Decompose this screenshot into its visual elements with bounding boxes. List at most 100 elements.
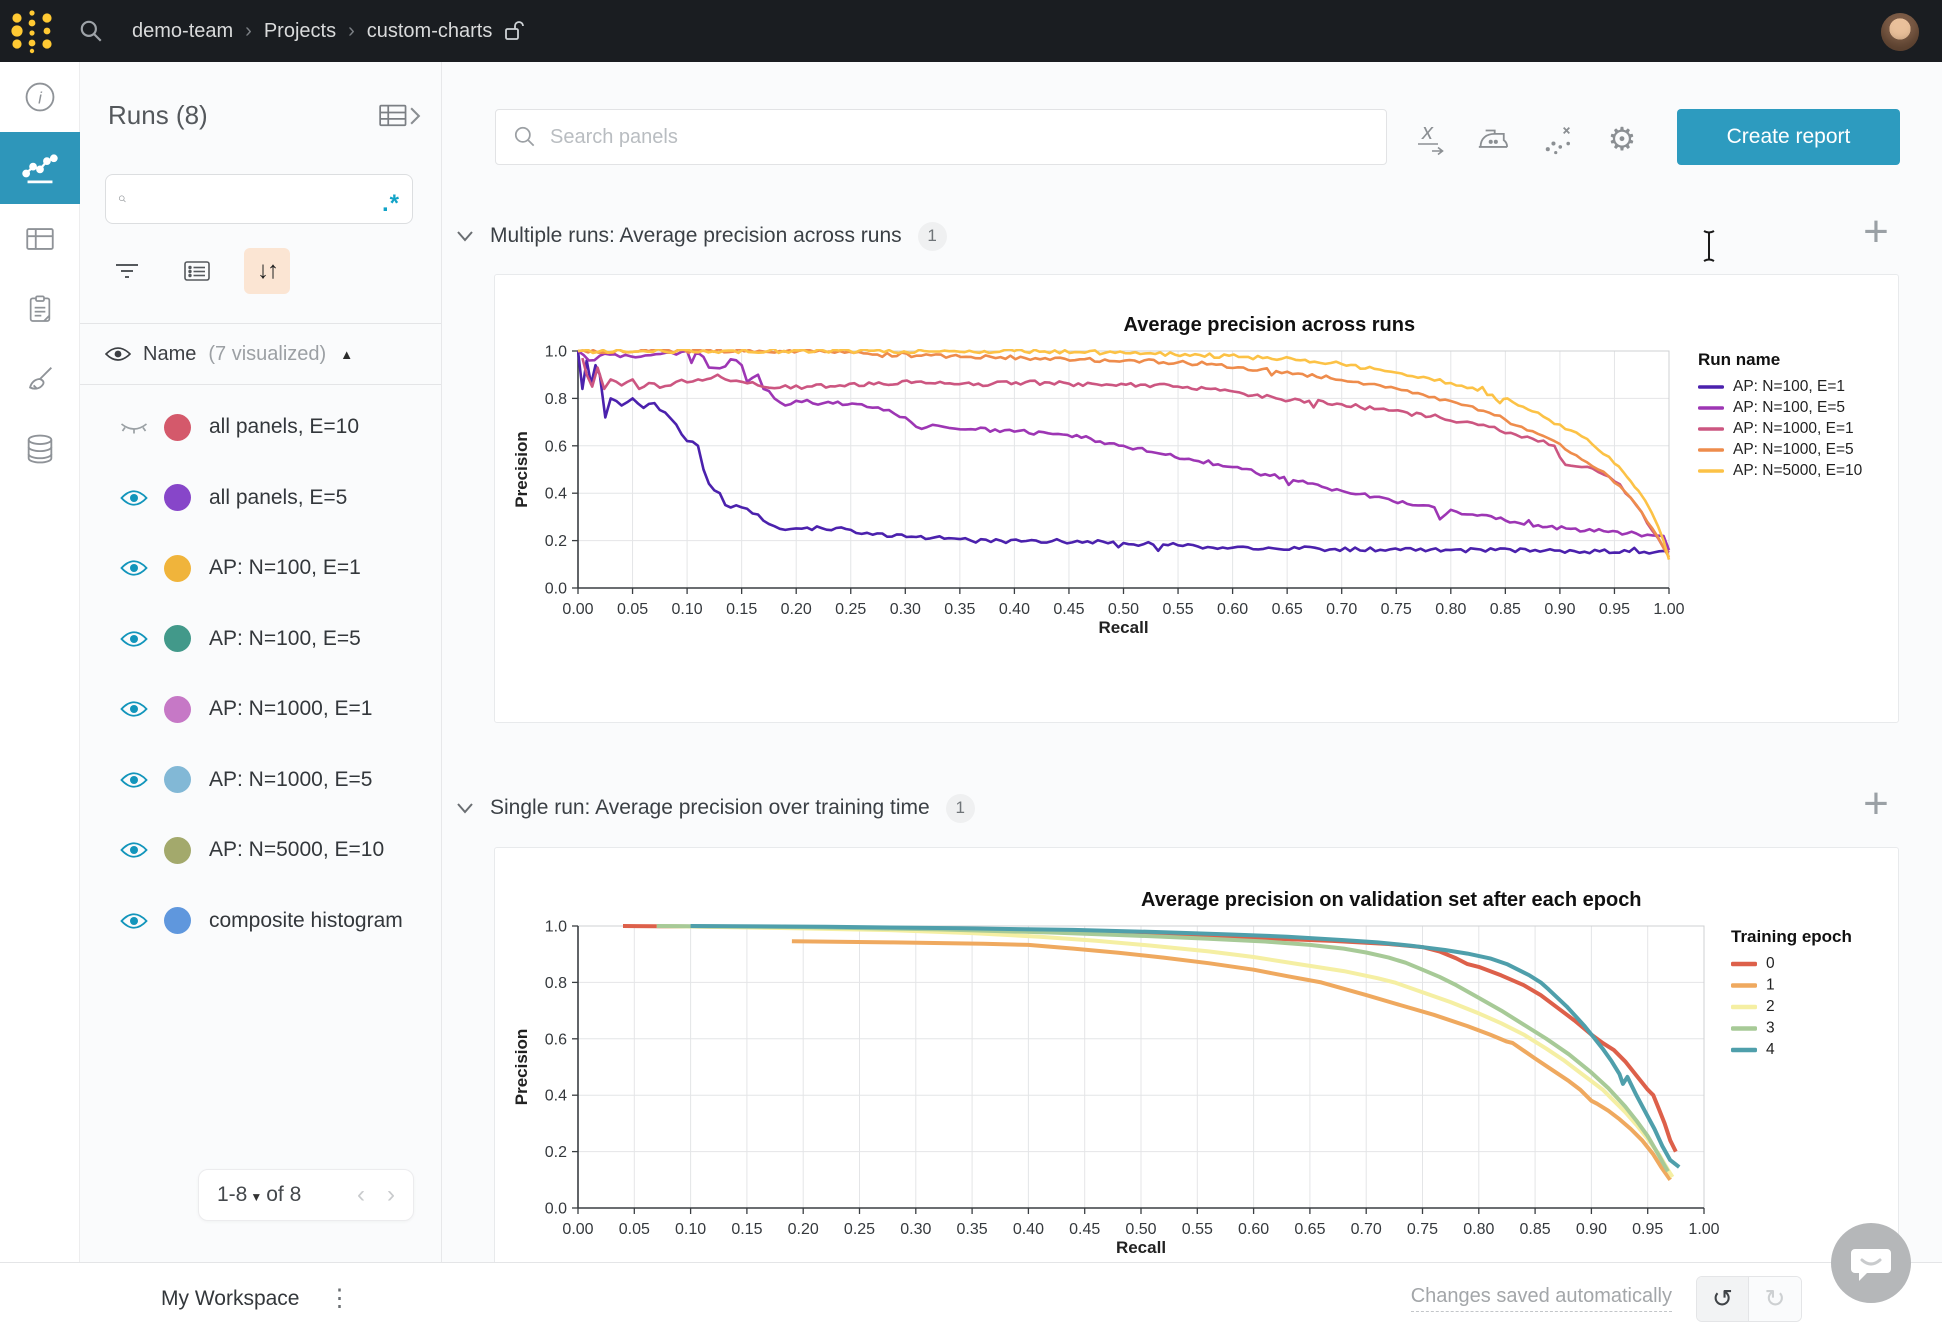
breadcrumb-item-Projects[interactable]: Projects (264, 20, 336, 43)
svg-text:x: x (1421, 121, 1434, 144)
svg-text:0.50: 0.50 (1125, 1221, 1156, 1238)
svg-text:0.35: 0.35 (944, 601, 975, 618)
prev-page-button[interactable]: ‹ (357, 1181, 365, 1209)
run-color-dot (164, 837, 191, 864)
run-visibility-toggle[interactable] (118, 771, 150, 789)
runs-search-input[interactable] (137, 188, 382, 210)
section-title[interactable]: Multiple runs: Average precision across … (490, 224, 902, 248)
regex-toggle[interactable]: .* (382, 189, 400, 209)
svg-text:0.70: 0.70 (1351, 1221, 1382, 1238)
run-color-dot (164, 555, 191, 582)
pagination-range[interactable]: 1-8 (217, 1183, 247, 1207)
run-name[interactable]: composite histogram (209, 909, 403, 933)
svg-text:0.15: 0.15 (731, 1221, 762, 1238)
run-color-dot (164, 907, 191, 934)
create-report-button[interactable]: Create report (1677, 109, 1900, 165)
run-name[interactable]: all panels, E=5 (209, 486, 347, 510)
run-visibility-toggle[interactable] (118, 489, 150, 507)
panel-card-average-precision-across-runs[interactable]: 0.000.050.100.150.200.250.300.350.400.45… (494, 274, 1899, 723)
breadcrumb-item-demo-team[interactable]: demo-team (132, 20, 233, 43)
section-title[interactable]: Single run: Average precision over train… (490, 796, 930, 820)
panels-search-box (495, 109, 1387, 165)
run-row[interactable]: AP: N=1000, E=1 (80, 674, 441, 745)
breadcrumb-item-custom-charts[interactable]: custom-charts (367, 20, 493, 43)
run-name[interactable]: AP: N=100, E=5 (209, 627, 361, 651)
outliers-button[interactable] (1536, 117, 1580, 161)
workspace-settings-button[interactable]: ⚙ (1600, 117, 1644, 161)
run-visibility-toggle[interactable] (118, 912, 150, 930)
run-name[interactable]: AP: N=5000, E=10 (209, 838, 384, 862)
sidebar-item-overview[interactable]: i (0, 62, 80, 132)
run-name[interactable]: AP: N=1000, E=1 (209, 697, 372, 721)
run-name[interactable]: AP: N=1000, E=5 (209, 768, 372, 792)
redo-button[interactable]: ↻ (1749, 1277, 1801, 1321)
workspace-menu-button[interactable]: ⋮ (327, 1284, 351, 1313)
run-row[interactable]: all panels, E=5 (80, 463, 441, 534)
run-row[interactable]: all panels, E=10 (80, 392, 441, 463)
avatar[interactable] (1881, 13, 1919, 51)
chevron-down-icon (456, 802, 474, 814)
sidebar-item-charts[interactable] (0, 132, 80, 204)
svg-text:0.0: 0.0 (545, 1201, 567, 1218)
run-visibility-toggle[interactable] (118, 559, 150, 577)
run-row[interactable]: AP: N=5000, E=10 (80, 815, 441, 886)
run-visibility-toggle[interactable] (118, 841, 150, 859)
section-header-multiple-runs: Multiple runs: Average precision across … (456, 214, 947, 258)
series-3 (657, 926, 1668, 1171)
sidebar-item-notes[interactable] (0, 274, 80, 344)
svg-text:0.30: 0.30 (890, 601, 921, 618)
svg-text:Recall: Recall (1098, 618, 1148, 637)
sidebar-item-artifacts[interactable] (0, 414, 80, 484)
svg-text:0.25: 0.25 (844, 1221, 875, 1238)
scatter-outlier-icon (1541, 122, 1575, 156)
global-search-button[interactable] (64, 0, 118, 62)
add-panel-button[interactable]: + (1856, 784, 1896, 824)
svg-text:0.35: 0.35 (957, 1221, 988, 1238)
run-row[interactable]: composite histogram (80, 886, 441, 957)
x-axis-settings-button[interactable]: x (1409, 117, 1453, 161)
collapse-section-button[interactable] (456, 802, 474, 814)
svg-text:1.00: 1.00 (1688, 1221, 1719, 1238)
visible-eye-icon (120, 912, 148, 930)
run-row[interactable]: AP: N=100, E=5 (80, 604, 441, 675)
group-runs-button[interactable] (174, 248, 220, 294)
sidebar-item-panels[interactable] (0, 204, 80, 274)
legend-label: 1 (1766, 977, 1775, 994)
broom-icon (23, 362, 57, 396)
run-name[interactable]: all panels, E=10 (209, 415, 359, 439)
smoothing-button[interactable] (1471, 117, 1515, 161)
eye-icon (105, 346, 131, 362)
open-runs-table-button[interactable] (379, 104, 421, 128)
run-color-dot (164, 696, 191, 723)
chevron-right-icon (409, 107, 421, 125)
panel-card-average-precision-per-epoch[interactable]: 0.000.050.100.150.200.250.300.350.400.45… (494, 847, 1899, 1317)
chart-average-precision-per-epoch: 0.000.050.100.150.200.250.300.350.400.45… (495, 848, 1898, 1316)
support-chat-button[interactable] (1831, 1223, 1911, 1303)
filter-icon (114, 260, 140, 282)
wandb-logo[interactable] (0, 0, 64, 62)
run-name[interactable]: AP: N=100, E=1 (209, 556, 361, 580)
add-panel-button[interactable]: + (1856, 212, 1896, 252)
panels-search-input[interactable] (550, 126, 1370, 149)
run-row[interactable]: AP: N=1000, E=5 (80, 745, 441, 816)
svg-text:Precision: Precision (512, 431, 531, 508)
filter-runs-button[interactable] (104, 248, 150, 294)
next-page-button[interactable]: › (387, 1181, 395, 1209)
undo-button[interactable]: ↺ (1697, 1277, 1749, 1321)
search-icon (78, 18, 104, 44)
left-icon-rail: i (0, 62, 80, 1262)
autosave-status[interactable]: Changes saved automatically (1411, 1285, 1672, 1312)
sidebar-item-sweeps[interactable] (0, 344, 80, 414)
collapse-section-button[interactable] (456, 230, 474, 242)
svg-text:0.90: 0.90 (1576, 1221, 1607, 1238)
workspace-name: My Workspace (161, 1287, 299, 1311)
legend-swatch (1731, 983, 1757, 988)
run-visibility-toggle[interactable] (118, 700, 150, 718)
runs-list-header[interactable]: Name (7 visualized) ▲ (80, 323, 441, 385)
run-visibility-toggle[interactable] (118, 630, 150, 648)
svg-text:0.40: 0.40 (999, 601, 1030, 618)
run-color-dot (164, 484, 191, 511)
run-row[interactable]: AP: N=100, E=1 (80, 533, 441, 604)
sort-runs-button[interactable]: ↓↑ (244, 248, 290, 294)
run-visibility-toggle[interactable] (118, 418, 150, 436)
